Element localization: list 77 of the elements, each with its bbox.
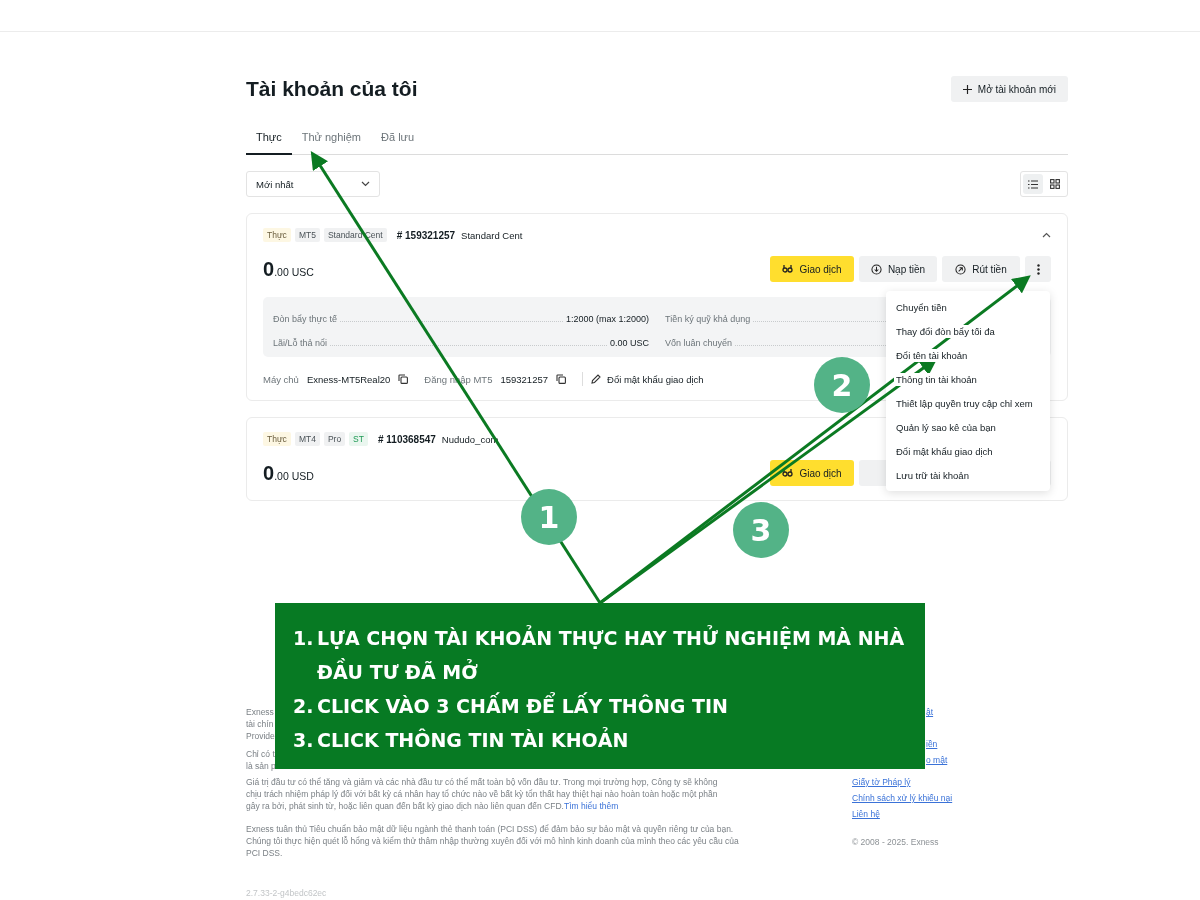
account-tag: Thực [263,432,291,446]
account-tag: Thực [263,228,291,242]
account-tag: MT4 [294,432,320,446]
footer-text: Exness [246,706,274,718]
menu-item[interactable]: Chuyển tiền [894,300,949,314]
step-text: LỰA CHỌN TÀI KHOẢN THỰC HAY THỬ NGHIỆM MÀ NHÀ ĐẦU TƯ ĐÃ MỞ [317,624,905,685]
step-text: CLICK THÔNG TIN TÀI KHOẢN [317,726,630,753]
plus-icon [962,84,972,94]
step-number: 3. [293,728,315,753]
account-number: # 110368547 [378,433,436,445]
footer-link[interactable]: ật [926,706,934,718]
detail-value: 1:2000 (max 1:2000) [565,314,649,324]
circle-arrow-down-icon [870,263,882,275]
step-number: 2. [293,694,315,719]
detail-label: Đòn bẩy thực tế [273,314,338,324]
footer-link[interactable]: iền [926,738,938,750]
server-value: Exness-MT5Real20 [306,373,391,385]
menu-item[interactable]: Thông tin tài khoản [894,372,979,386]
withdraw-button[interactable]: Rút tiền [942,256,1020,282]
step-marker: 3 [733,502,789,558]
menu-item[interactable]: Đổi mật khẩu giao dịch [894,444,995,458]
account-number: # 159321257 [396,229,456,241]
footer-link[interactable]: Liên hệ [852,808,880,820]
server-label: Máy chủ [263,373,299,385]
trade-button[interactable]: Giao dịch [770,256,854,282]
trade-icon [782,264,794,274]
footer-text: chịu trách nhiệm pháp lý đối với bất kỳ cá nhân hay tổ chức nào về bất kỳ tổn thất hay thiệt hại nào hoàn toàn hoặc một phần [246,788,718,800]
tab[interactable]: Đã lưu [371,125,425,155]
account-name: Standard Cent [461,229,523,241]
copyright-text: © 2008 - 2025. Exness [852,836,939,848]
step-marker: 1 [521,489,577,545]
list-icon [1028,179,1038,189]
grid-icon [1050,179,1060,189]
account-tag: MT5 [294,228,320,242]
footer-link[interactable]: Chính sách xử lý khiếu nại [852,792,953,804]
footer-text: gây ra bởi, phát sinh từ, hoặc liên quan đến bất kỳ giao dịch nào liên quan đến CFD.Tìm hiểu thêm [246,800,619,812]
chevron-down-icon [361,181,370,187]
footer-text: Provide [246,730,275,742]
footer-text: Chỉ có t [246,748,275,760]
account-tag: Pro [323,432,346,446]
new-account-button[interactable]: Mở tài khoản mới [950,76,1068,102]
tab[interactable]: Thử nghiệm [291,125,372,155]
more-options-icon [1036,263,1040,275]
account-tag: ST [349,432,368,446]
tab[interactable]: Thực [246,125,292,155]
trade-icon [782,468,794,478]
version-text: 2.7.33-2-g4bedc62ec [246,887,328,899]
sort-dropdown[interactable]: Mới nhất [246,171,380,197]
footer-text: Exness tuân thủ Tiêu chuẩn bảo mật dữ liệu ngành thẻ thanh toán (PCI DSS) để đảm bảo sự bảo mật và quyền riêng tư của bạn. Chúng tôi thực hiện quét lỗ hổng và kiểm thử thâm nhập thường xuyên đối với mô hình kinh doanh của mình theo các yêu cầu của PCI DSS. [246,823,740,859]
account-balance: 0.00 USD [263,461,314,485]
footer-text: là sản p [246,760,276,772]
deposit-button[interactable]: Nạp tiền [859,256,937,282]
copy-icon[interactable] [398,374,409,384]
detail-label: Tiền ký quỹ khả dụng [665,314,751,324]
copy-icon[interactable] [556,374,566,384]
circle-arrow-up-icon [955,263,967,275]
detail-label: Vốn luân chuyển [665,338,733,348]
footer-text: tài chín [246,718,274,730]
pencil-icon [591,374,601,384]
detail-label: Lãi/Lỗ thả nổi [273,338,328,348]
footer-text: Giá trị đầu tư có thể tăng và giảm và các nhà đầu tư có thể mất toàn bộ vốn đầu tư. Trong mọi trường hợp, Công ty sẽ không [246,776,718,788]
step-text: CLICK VÀO 3 CHẤM ĐỂ LẤY THÔNG TIN [317,689,905,723]
step-number: 1. [293,626,315,651]
account-balance: 0.00 USC [263,257,314,281]
learn-more-link[interactable]: Tìm hiểu thêm [563,801,619,811]
chevron-up-icon[interactable] [1042,232,1051,238]
detail-value: 0.00 USC [609,338,649,348]
footer-link[interactable]: Giấy tờ Pháp lý [852,776,911,788]
change-password-link[interactable]: Đổi mật khẩu giao dịch [591,373,704,385]
step-marker: 2 [814,357,870,413]
trade-button[interactable]: Giao dịch [770,460,854,486]
page-title: Tài khoản của tôi [246,77,418,101]
footer-link[interactable]: o mật [926,754,948,766]
more-options-button[interactable] [1025,256,1051,282]
login-value: 159321257 [500,373,548,385]
menu-item[interactable]: Thay đổi đòn bẩy tối đa [894,324,997,338]
menu-item[interactable]: Đổi tên tài khoản [894,348,970,362]
